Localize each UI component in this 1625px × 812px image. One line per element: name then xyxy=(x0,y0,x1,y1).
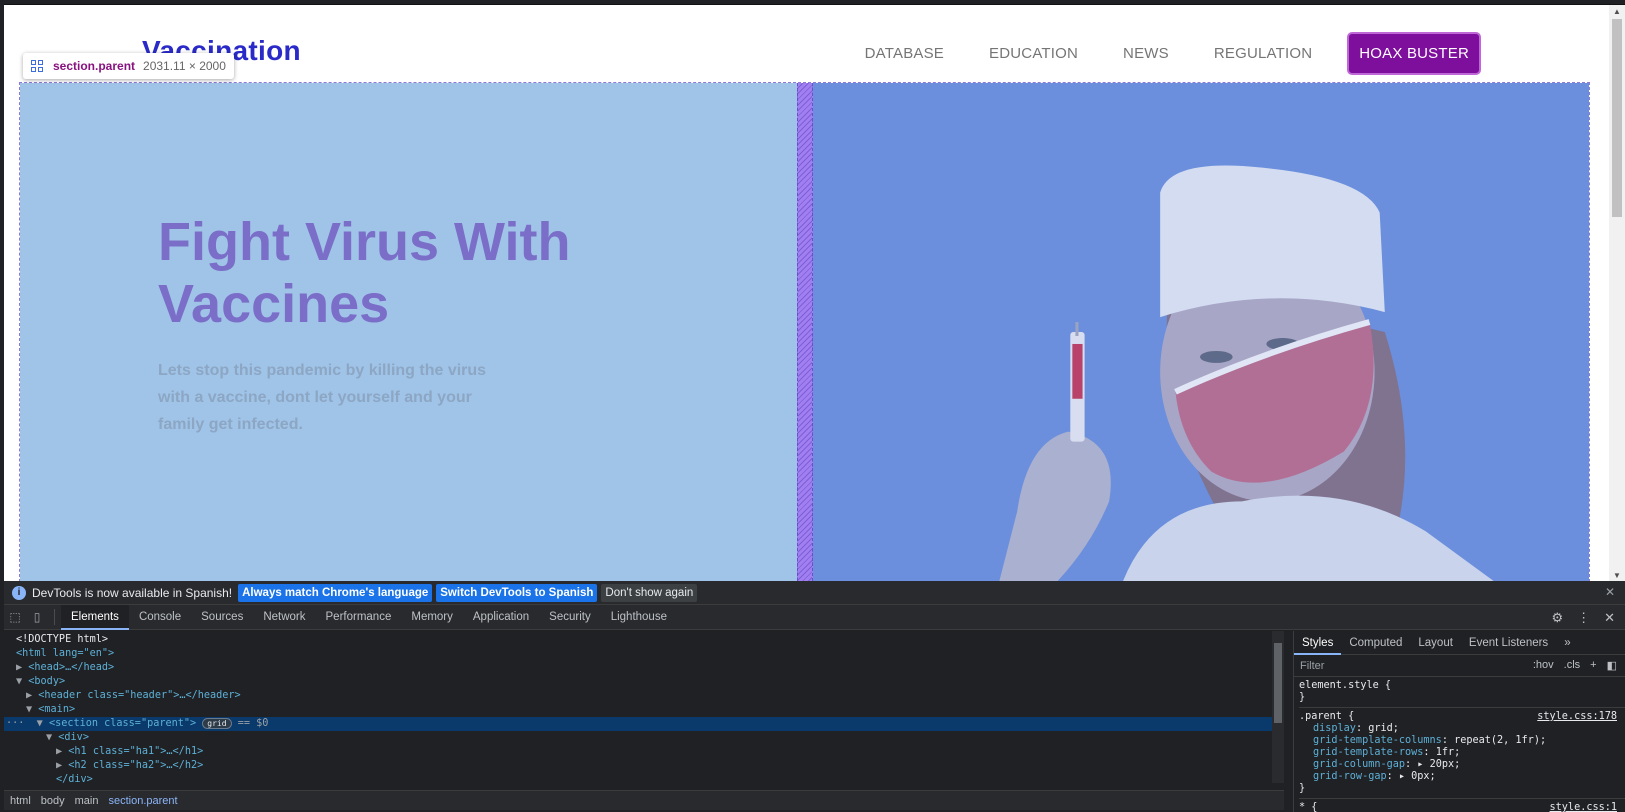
breadcrumb: html body main section.parent xyxy=(4,790,1284,810)
styles-filter-bar: Filter :hov .cls + ◧ xyxy=(1294,655,1625,677)
tab-performance[interactable]: Performance xyxy=(316,605,402,630)
tab-application[interactable]: Application xyxy=(463,605,539,630)
dont-show-again-button[interactable]: Don't show again xyxy=(601,583,698,602)
match-language-button[interactable]: Always match Chrome's language xyxy=(238,583,433,602)
rule-close: } xyxy=(1299,783,1306,794)
switch-spanish-button[interactable]: Switch DevTools to Spanish xyxy=(436,583,598,602)
page-scroll-thumb[interactable] xyxy=(1612,19,1622,217)
scroll-up-arrow-icon[interactable]: ▲ xyxy=(1613,7,1621,16)
tab-network[interactable]: Network xyxy=(253,605,315,630)
dom-div[interactable]: ▼ <div> xyxy=(4,731,1280,745)
dom-head[interactable]: ▶ <head>…</head> xyxy=(4,661,1280,675)
new-rule-icon[interactable]: + xyxy=(1590,659,1596,672)
hero-right-column xyxy=(813,83,1589,581)
styles-tabs: Styles Computed Layout Event Listeners » xyxy=(1294,631,1625,655)
dom-doctype[interactable]: <!DOCTYPE html> xyxy=(4,633,1280,647)
css-declaration[interactable]: grid-template-rows: 1fr; xyxy=(1299,747,1625,759)
more-options-icon[interactable]: ⋮ xyxy=(1577,610,1590,626)
tooltip-selector: section.parent xyxy=(53,59,136,73)
nurse-with-syringe-image xyxy=(813,83,1589,581)
css-rules: element.style { } .parent { style.css:17… xyxy=(1294,677,1625,812)
hero-section-highlight: Fight Virus With Vaccines Lets stop this… xyxy=(19,82,1590,581)
grid-column-gap-overlay xyxy=(797,83,813,581)
devtools-actions: ⚙ ⋮ ✕ xyxy=(1551,605,1615,630)
devtools-panel: i DevTools is now available in Spanish! … xyxy=(4,581,1625,812)
css-declaration[interactable]: grid-row-gap: ▸ 0px; xyxy=(1299,771,1625,783)
tab-memory[interactable]: Memory xyxy=(401,605,463,630)
gear-icon[interactable]: ⚙ xyxy=(1551,610,1563,626)
breadcrumb-main[interactable]: main xyxy=(75,795,99,807)
nav-education[interactable]: EDUCATION xyxy=(989,45,1078,62)
hero-subheading: Lets stop this pandemic by killing the v… xyxy=(158,362,487,433)
hov-toggle[interactable]: :hov xyxy=(1533,659,1554,672)
tab-styles[interactable]: Styles xyxy=(1294,631,1342,655)
dom-body[interactable]: ▼ <body> xyxy=(4,675,1280,689)
page-scrollbar[interactable]: ▲ ▼ xyxy=(1609,5,1625,581)
element-style-close: } xyxy=(1299,692,1306,703)
dom-main[interactable]: ▼ <main> xyxy=(4,703,1280,717)
dom-h2[interactable]: ▶ <h2 class="ha2">…</h2> xyxy=(4,759,1280,773)
element-style-selector[interactable]: element.style { xyxy=(1299,680,1625,692)
tab-lighthouse[interactable]: Lighthouse xyxy=(601,605,677,630)
hoax-buster-button[interactable]: HOAX BUSTER xyxy=(1347,32,1481,75)
inspect-element-icon[interactable]: ⬚ xyxy=(4,605,26,630)
styles-pane: Styles Computed Layout Event Listeners »… xyxy=(1293,631,1625,812)
dom-tree-scrollbar[interactable] xyxy=(1272,631,1284,783)
tab-console[interactable]: Console xyxy=(129,605,191,630)
tab-event-listeners[interactable]: Event Listeners xyxy=(1461,637,1556,649)
hero-left-column: Fight Virus With Vaccines Lets stop this… xyxy=(20,83,797,581)
toolbar-divider xyxy=(54,609,55,625)
main-nav: DATABASE EDUCATION NEWS REGULATION HOAX … xyxy=(820,32,1481,75)
nav-news[interactable]: NEWS xyxy=(1123,45,1169,62)
next-rule-source-link[interactable]: style.css:1 xyxy=(1550,802,1617,812)
dom-tree: <!DOCTYPE html> <html lang="en"> ▶ <head… xyxy=(4,631,1284,789)
tab-computed[interactable]: Computed xyxy=(1341,637,1410,649)
hero-heading: Fight Virus With Vaccines xyxy=(158,212,571,334)
devtools-tabbar: ⬚ ▯ Elements Console Sources Network Per… xyxy=(4,604,1625,630)
close-devtools-icon[interactable]: ✕ xyxy=(1604,610,1615,626)
dom-section-selected[interactable]: ··· ▼ <section class="parent"> grid == $… xyxy=(4,717,1280,731)
tab-elements[interactable]: Elements xyxy=(61,604,129,630)
page-viewport: Vaccination DATABASE EDUCATION NEWS REGU… xyxy=(4,4,1625,581)
tooltip-size: 2031.11 × 2000 xyxy=(143,59,226,73)
close-icon[interactable]: ✕ xyxy=(1605,585,1615,599)
css-declaration[interactable]: display: grid; xyxy=(1299,723,1625,735)
tab-sources[interactable]: Sources xyxy=(191,605,253,630)
dom-header[interactable]: ▶ <header class="header">…</header> xyxy=(4,689,1280,703)
more-tabs-icon[interactable]: » xyxy=(1556,637,1578,649)
browser-window: Vaccination DATABASE EDUCATION NEWS REGU… xyxy=(0,0,1625,812)
infobar-message: DevTools is now available in Spanish! xyxy=(32,585,233,600)
cls-toggle[interactable]: .cls xyxy=(1564,659,1581,672)
breadcrumb-html[interactable]: html xyxy=(10,795,31,807)
sidebar-toggle-icon[interactable]: ◧ xyxy=(1607,659,1617,672)
tab-security[interactable]: Security xyxy=(539,605,601,630)
dom-h1[interactable]: ▶ <h1 class="ha1">…</h1> xyxy=(4,745,1280,759)
tab-layout[interactable]: Layout xyxy=(1410,637,1461,649)
devtools-infobar: i DevTools is now available in Spanish! … xyxy=(4,581,1625,605)
site-header: Vaccination DATABASE EDUCATION NEWS REGU… xyxy=(4,5,1609,81)
styles-filter-input[interactable]: Filter xyxy=(1300,657,1448,674)
css-declaration[interactable]: grid-template-columns: repeat(2, 1fr); xyxy=(1299,735,1625,747)
breadcrumb-section[interactable]: section.parent xyxy=(108,795,177,807)
nav-regulation[interactable]: REGULATION xyxy=(1214,45,1312,62)
scroll-down-arrow-icon[interactable]: ▼ xyxy=(1613,571,1621,580)
grid-badge[interactable]: grid xyxy=(202,717,232,729)
grid-icon xyxy=(31,60,43,72)
inspect-tooltip: section.parent 2031.11 × 2000 xyxy=(23,53,234,79)
dom-html[interactable]: <html lang="en"> xyxy=(4,647,1280,661)
nav-database[interactable]: DATABASE xyxy=(865,45,944,62)
rule-source-link[interactable]: style.css:178 xyxy=(1537,711,1617,722)
css-declaration[interactable]: grid-column-gap: ▸ 20px; xyxy=(1299,759,1625,771)
dom-div-close[interactable]: </div> xyxy=(4,773,1280,787)
breadcrumb-body[interactable]: body xyxy=(41,795,65,807)
device-toolbar-icon[interactable]: ▯ xyxy=(26,605,48,630)
info-icon: i xyxy=(12,585,26,600)
